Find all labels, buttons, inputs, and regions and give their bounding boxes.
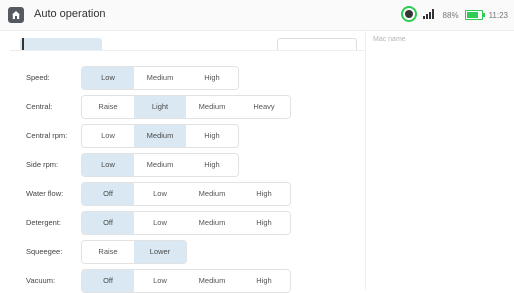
setting-label: Side rpm:: [26, 160, 59, 169]
signal-icon: [422, 9, 437, 21]
option-button[interactable]: Raise: [82, 241, 134, 263]
option-group: Off Low Medium High: [81, 182, 291, 206]
option-button[interactable]: Low: [134, 270, 186, 292]
option-button[interactable]: Low: [82, 154, 134, 176]
option-button[interactable]: Off: [82, 212, 134, 234]
mac-name-label: Mac name: [373, 36, 406, 43]
setting-row: Vacuum: Off Low Medium High: [0, 269, 365, 293]
option-button[interactable]: Light: [134, 96, 186, 118]
option-button[interactable]: Medium: [134, 125, 186, 147]
setting-label: Detergent:: [26, 218, 62, 227]
setting-row: Squeegee: Raise Lower: [0, 240, 365, 264]
option-group: Off Low Medium High: [81, 211, 291, 235]
option-button[interactable]: Heavy: [238, 96, 290, 118]
option-button[interactable]: Off: [82, 183, 134, 205]
panel-divider: [365, 30, 366, 290]
setting-row: Central: Raise Light Medium Heavy: [0, 95, 365, 119]
option-button[interactable]: Medium: [186, 212, 238, 234]
option-button[interactable]: High: [186, 154, 238, 176]
setting-row: Central rpm: Low Medium High: [0, 124, 365, 148]
home-icon[interactable]: [8, 7, 24, 23]
setting-label: Water flow:: [26, 189, 64, 198]
option-button[interactable]: High: [238, 270, 290, 292]
option-button[interactable]: Lower: [134, 241, 186, 263]
option-button[interactable]: Medium: [186, 96, 238, 118]
clock: 11:23: [488, 10, 508, 20]
option-button[interactable]: High: [186, 125, 238, 147]
option-button[interactable]: Low: [82, 67, 134, 89]
top-bar: Auto operation 88% 11:23: [0, 0, 514, 31]
setting-row: Speed: Low Medium High: [0, 66, 365, 90]
option-button[interactable]: Medium: [186, 183, 238, 205]
setting-row: Detergent: Off Low Medium High: [0, 211, 365, 235]
option-button[interactable]: High: [238, 212, 290, 234]
option-button[interactable]: High: [186, 67, 238, 89]
setting-row: Side rpm: Low Medium High: [0, 153, 365, 177]
option-group: Raise Light Medium Heavy: [81, 95, 291, 119]
option-group: Off Low Medium High: [81, 269, 291, 293]
setting-label: Vacuum:: [26, 276, 56, 285]
option-button[interactable]: Medium: [134, 67, 186, 89]
option-button[interactable]: Low: [82, 125, 134, 147]
setting-label: Central rpm:: [26, 131, 68, 140]
option-group: Raise Lower: [81, 240, 187, 264]
option-group: Low Medium High: [81, 153, 239, 177]
divider: [10, 50, 365, 51]
setting-label: Squeegee:: [26, 247, 63, 256]
option-button[interactable]: Off: [82, 270, 134, 292]
tab-active[interactable]: [20, 38, 102, 50]
option-button[interactable]: Medium: [186, 270, 238, 292]
setting-label: Central:: [26, 102, 53, 111]
option-button[interactable]: Low: [134, 212, 186, 234]
option-group: Low Medium High: [81, 66, 239, 90]
battery-icon: [464, 10, 485, 20]
option-button[interactable]: High: [238, 183, 290, 205]
status-bar: 88% 11:23: [400, 6, 508, 24]
option-button[interactable]: Low: [134, 183, 186, 205]
sync-icon: [400, 6, 417, 24]
option-group: Low Medium High: [81, 124, 239, 148]
option-button[interactable]: Raise: [82, 96, 134, 118]
option-button[interactable]: Medium: [134, 154, 186, 176]
page-title: Auto operation: [34, 8, 106, 20]
battery-percent: 88%: [442, 10, 459, 20]
setting-row: Water flow: Off Low Medium High: [0, 182, 365, 206]
setting-label: Speed:: [26, 73, 50, 82]
